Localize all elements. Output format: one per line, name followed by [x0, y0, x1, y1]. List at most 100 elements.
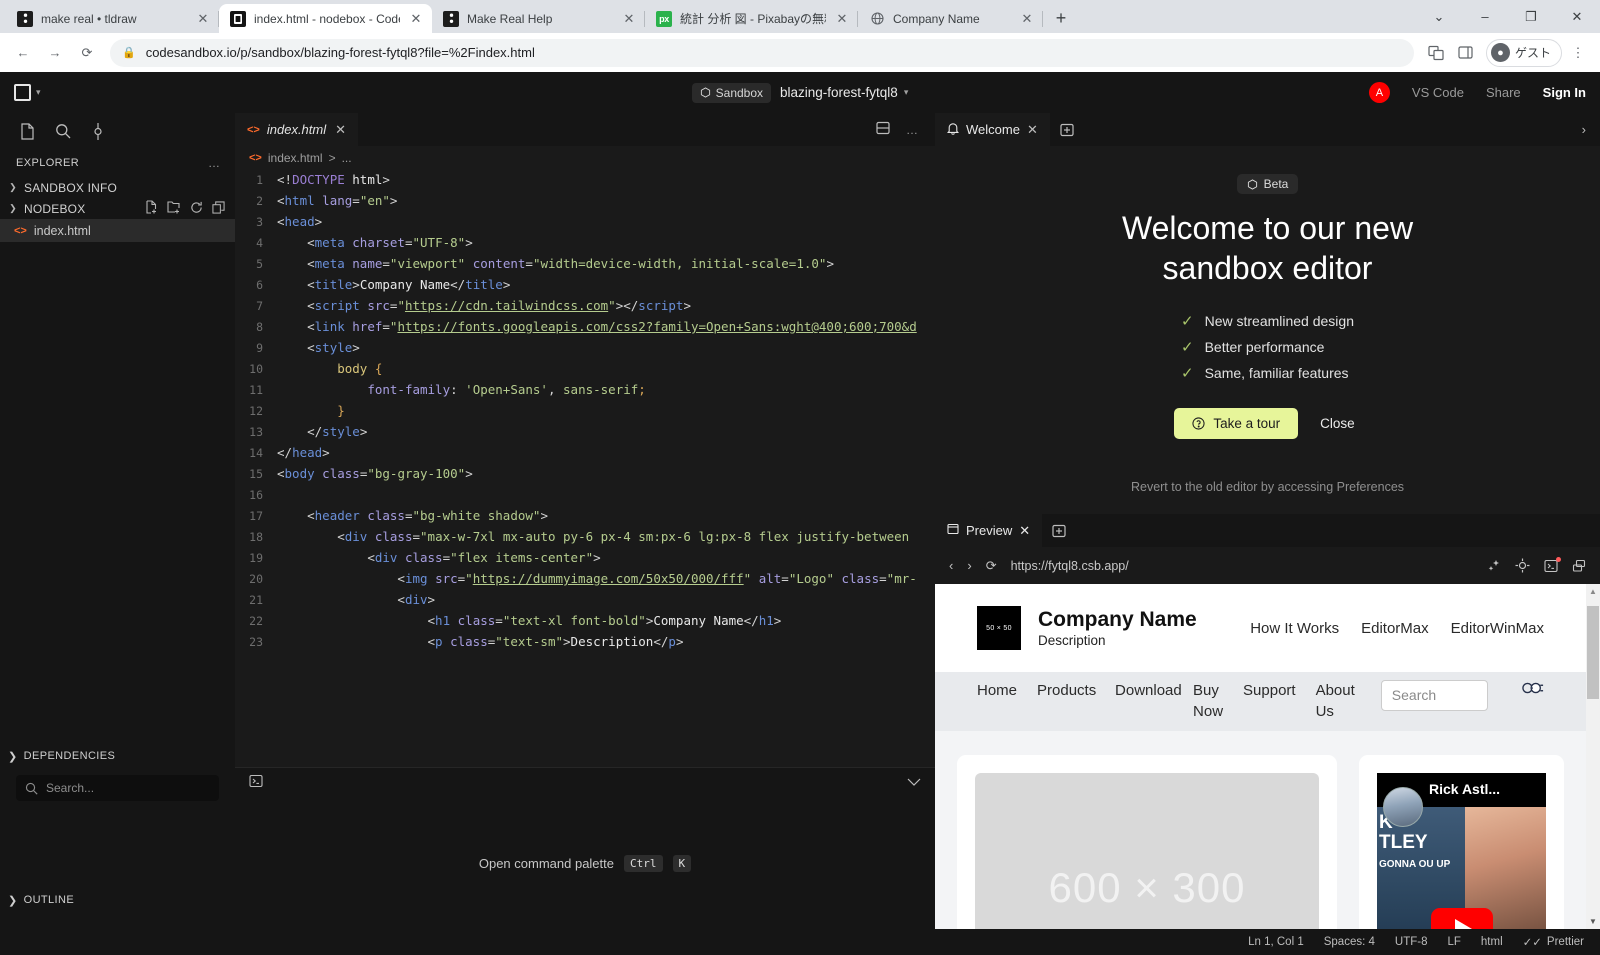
browser-tab-0[interactable]: make real • tldraw ✕ — [6, 4, 219, 33]
code-line[interactable]: 2 <html lang="en"> — [235, 190, 935, 211]
sidebar-section-sandbox-info[interactable]: ❯ SANDBOX INFO — [0, 177, 235, 198]
breadcrumb-file[interactable]: index.html — [268, 151, 323, 165]
sign-in-button[interactable]: Sign In — [1543, 85, 1586, 100]
youtube-thumbnail[interactable]: K TLEY GONNA OU UP Rick Astl... — [1377, 772, 1546, 929]
dependencies-search-input[interactable]: Search... — [16, 775, 219, 801]
sandbox-badge[interactable]: Sandbox — [691, 82, 772, 103]
code-line[interactable]: 3 <head> — [235, 211, 935, 232]
translate-icon[interactable] — [1422, 39, 1450, 67]
code-line[interactable]: 20 <img src="https://dummyimage.com/50x5… — [235, 568, 935, 589]
preview-reload-icon[interactable]: ⟳ — [986, 558, 997, 574]
more-actions-icon[interactable]: … — [208, 156, 221, 170]
preview-scrollbar[interactable]: ▲ ▼ — [1586, 584, 1600, 929]
new-file-icon[interactable] — [145, 200, 158, 217]
close-icon[interactable]: ✕ — [1027, 122, 1038, 138]
close-icon[interactable]: ✕ — [335, 122, 346, 138]
chevron-down-icon[interactable] — [907, 775, 921, 790]
sparkle-icon[interactable] — [1487, 559, 1501, 573]
search-icon[interactable] — [55, 123, 71, 139]
nav-link-home[interactable]: Home — [977, 680, 1017, 701]
preview-forward-icon[interactable]: › — [967, 558, 971, 573]
code-line[interactable]: 10 body { — [235, 358, 935, 379]
code-line[interactable]: 16 — [235, 484, 935, 505]
new-tab-button[interactable]: + — [1047, 4, 1075, 32]
tab-welcome[interactable]: Welcome ✕ — [935, 113, 1050, 146]
browser-tab-3[interactable]: px 統計 分析 図 - Pixabayの無料ベク ✕ — [645, 4, 858, 33]
status-eol[interactable]: LF — [1447, 936, 1460, 948]
close-window-button[interactable]: ✕ — [1554, 0, 1600, 33]
scrollbar-thumb[interactable] — [1587, 606, 1599, 699]
code-line[interactable]: 12 } — [235, 400, 935, 421]
code-line[interactable]: 7 <script src="https://cdn.tailwindcss.c… — [235, 295, 935, 316]
profile-chip[interactable]: ● ゲスト — [1485, 38, 1562, 67]
code-line[interactable]: 22 <h1 class="text-xl font-bold">Company… — [235, 610, 935, 631]
preview-iframe[interactable]: 50 × 50 Company Name Description How It … — [935, 584, 1600, 929]
nav-link-support[interactable]: Support — [1243, 680, 1296, 701]
close-icon[interactable]: ✕ — [1019, 11, 1035, 27]
code-line[interactable]: 23 <p class="text-sm">Description</p> — [235, 631, 935, 652]
more-actions-icon[interactable]: … — [906, 123, 919, 137]
search-glasses-icon[interactable] — [1522, 680, 1544, 696]
code-line[interactable]: 21 <div> — [235, 589, 935, 610]
nav-link-download[interactable]: Download — [1115, 680, 1182, 701]
branch-icon[interactable] — [91, 122, 105, 140]
nav-link-buy-now[interactable]: Buy Now — [1193, 680, 1223, 723]
status-indentation[interactable]: Spaces: 4 — [1324, 936, 1375, 948]
terminal-icon[interactable] — [249, 774, 263, 791]
search-input[interactable]: Search — [1380, 680, 1488, 711]
maximize-button[interactable]: ❐ — [1508, 0, 1554, 33]
code-line[interactable]: 8 <link href="https://fonts.googleapis.c… — [235, 316, 935, 337]
code-line[interactable]: 9 <style> — [235, 337, 935, 358]
sandbox-name[interactable]: blazing-forest-fytql8 ▾ — [780, 85, 908, 100]
tab-overflow-arrow[interactable]: › — [1582, 113, 1600, 146]
minimize-button[interactable]: – — [1462, 0, 1508, 33]
code-line[interactable]: 15 <body class="bg-gray-100"> — [235, 463, 935, 484]
close-welcome-button[interactable]: Close — [1314, 408, 1361, 439]
status-formatter[interactable]: ✓✓ Prettier — [1523, 935, 1584, 949]
close-icon[interactable]: ✕ — [834, 11, 850, 27]
terminal-icon[interactable] — [1544, 556, 1561, 573]
nav-link-how-it-works[interactable]: How It Works — [1250, 620, 1339, 637]
refresh-icon[interactable] — [190, 201, 203, 217]
chevron-down-icon[interactable]: ▾ — [904, 87, 909, 98]
csb-home-button[interactable]: ▾ — [14, 84, 41, 101]
address-bar[interactable]: 🔒 codesandbox.io/p/sandbox/blazing-fores… — [110, 38, 1414, 67]
nav-link-about-us[interactable]: About Us — [1316, 680, 1355, 723]
side-panel-icon[interactable] — [1452, 39, 1480, 67]
nav-link-products[interactable]: Products — [1037, 680, 1096, 701]
add-tab-button[interactable] — [1050, 113, 1084, 146]
external-window-icon[interactable] — [1572, 559, 1586, 573]
preview-url[interactable]: https://fytql8.csb.app/ — [1011, 559, 1473, 573]
tab-preview[interactable]: Preview ✕ — [935, 514, 1043, 547]
collapse-all-icon[interactable] — [212, 200, 225, 217]
scroll-down-icon[interactable]: ▼ — [1586, 917, 1600, 926]
status-language[interactable]: html — [1481, 936, 1503, 948]
back-icon[interactable]: ← — [8, 38, 38, 68]
browser-tab-2[interactable]: Make Real Help ✕ — [432, 4, 645, 33]
target-icon[interactable] — [1515, 558, 1530, 573]
vscode-button[interactable]: VS Code — [1412, 85, 1464, 100]
scroll-up-icon[interactable]: ▲ — [1586, 587, 1600, 596]
code-content[interactable]: 1 <!DOCTYPE html> 2 <html lang="en"> 3 <head>… — [235, 169, 935, 767]
browser-tab-1[interactable]: index.html - nodebox - CodeSan ✕ — [219, 4, 432, 33]
new-folder-icon[interactable] — [167, 200, 181, 217]
close-icon[interactable]: ✕ — [408, 11, 424, 27]
close-icon[interactable]: ✕ — [1019, 523, 1030, 539]
split-editor-icon[interactable] — [876, 121, 890, 138]
sidebar-section-nodebox[interactable]: ❯ NODEBOX — [0, 198, 235, 219]
code-line[interactable]: 13 </style> — [235, 421, 935, 442]
close-icon[interactable]: ✕ — [621, 11, 637, 27]
tab-search-icon[interactable]: ⌄ — [1416, 0, 1462, 33]
forward-icon[interactable]: → — [40, 38, 70, 68]
breadcrumb-rest[interactable]: ... — [342, 151, 352, 165]
code-line[interactable]: 5 <meta name="viewport" content="width=d… — [235, 253, 935, 274]
code-line[interactable]: 6 <title>Company Name</title> — [235, 274, 935, 295]
editor-tab-index-html[interactable]: <> index.html ✕ — [235, 113, 359, 146]
sidebar-file-index-html[interactable]: <> index.html — [0, 219, 235, 242]
kebab-menu-icon[interactable]: ⋮ — [1564, 39, 1592, 67]
chevron-down-icon[interactable]: ▾ — [36, 87, 41, 98]
status-cursor-position[interactable]: Ln 1, Col 1 — [1248, 936, 1304, 948]
nav-link-editormax[interactable]: EditorMax — [1361, 620, 1429, 637]
status-encoding[interactable]: UTF-8 — [1395, 936, 1428, 948]
code-line[interactable]: 11 font-family: 'Open+Sans', sans-serif; — [235, 379, 935, 400]
